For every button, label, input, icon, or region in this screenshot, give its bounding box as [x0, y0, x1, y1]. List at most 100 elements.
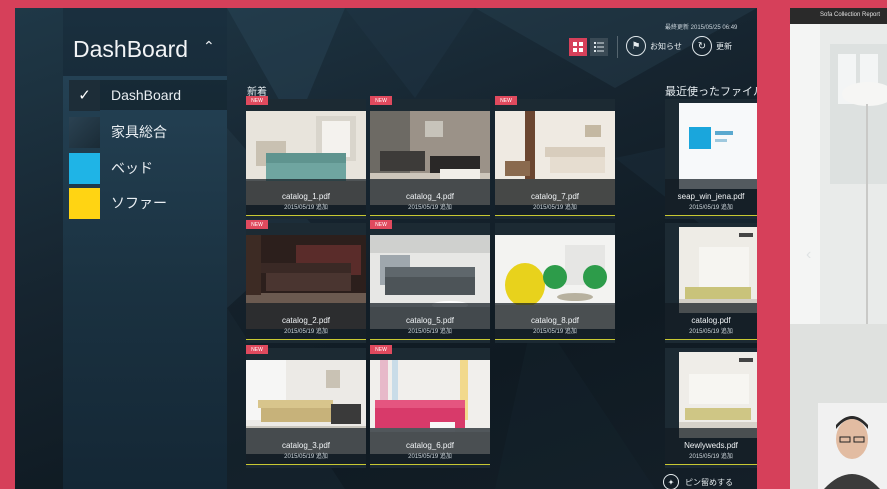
category-swatch: [69, 116, 100, 148]
catalog-card[interactable]: catalog_5.pdf 2015/05/19 追加: [370, 223, 490, 343]
file-name: catalog_3.pdf: [281, 441, 331, 450]
card-caption: seap_win_jena.pdf 2015/05/19 追加: [665, 179, 757, 216]
sidebar-item-label: 家具総合: [111, 124, 167, 140]
new-badge: NEW: [370, 220, 392, 229]
catalog-card[interactable]: catalog_2.pdf 2015/05/19 追加: [246, 223, 366, 343]
viewer-title: Sofa Collection Report: [820, 12, 881, 18]
file-date: 2015/05/19 追加: [408, 329, 452, 335]
card-underline: [665, 463, 757, 465]
card-caption: catalog_7.pdf 2015/05/19 追加: [495, 179, 615, 216]
file-date: 2015/05/19 追加: [284, 329, 328, 335]
dashboard-app-window: DashBoard ⌃ ✓ DashBoard 家具総合 ベッド ソファー 最終…: [15, 8, 757, 489]
sidebar-item-label: DashBoard: [111, 87, 182, 103]
file-name: Newlyweds.pdf: [684, 441, 738, 450]
sidebar-item-sofa[interactable]: ソファー: [69, 187, 167, 219]
file-name: catalog_5.pdf: [405, 316, 455, 325]
file-date: 2015/05/19 追加: [408, 205, 452, 211]
file-date: 2015/05/19 追加: [284, 205, 328, 211]
sidebar-item-furniture[interactable]: 家具総合: [69, 116, 167, 148]
card-caption: catalog_6.pdf 2015/05/19 追加: [370, 428, 490, 465]
card-caption: catalog.pdf 2015/05/19 追加: [665, 303, 757, 340]
pin-label: ピン留めする: [685, 477, 733, 487]
check-icon: ✓: [69, 79, 100, 111]
file-date: 2015/05/19 追加: [284, 454, 328, 460]
card-underline: [370, 214, 490, 216]
pin-icon: ✦: [663, 474, 679, 489]
file-date: 2015/05/19 追加: [408, 454, 452, 460]
file-name: catalog_8.pdf: [530, 316, 580, 325]
notice-button[interactable]: ⚑ お知らせ: [626, 36, 682, 56]
refresh-button[interactable]: ↻ 更新: [692, 36, 732, 56]
tile-view-button[interactable]: [569, 38, 587, 56]
recent-file-card[interactable]: Newlyweds.pdf 2015/05/19 追加: [665, 348, 757, 468]
sidebar-item-label: ベッド: [111, 160, 153, 176]
file-name: catalog_7.pdf: [530, 192, 580, 201]
list-view-button[interactable]: [590, 38, 608, 56]
card-underline: [246, 463, 366, 465]
sidebar-item-bed[interactable]: ベッド: [69, 152, 153, 184]
file-date: 2015/05/19 追加: [689, 329, 733, 335]
card-caption: catalog_3.pdf 2015/05/19 追加: [246, 428, 366, 465]
new-badge: NEW: [246, 345, 268, 354]
card-caption: catalog_2.pdf 2015/05/19 追加: [246, 303, 366, 340]
new-badge: NEW: [370, 345, 392, 354]
app-title: DashBoard: [73, 36, 189, 62]
last-updated-text: 最終更新 2015/05/25 06:49: [665, 25, 738, 31]
refresh-icon: ↻: [692, 36, 712, 56]
card-caption: catalog_1.pdf 2015/05/19 追加: [246, 179, 366, 216]
list-icon: [594, 42, 604, 52]
megaphone-icon: ⚑: [626, 36, 646, 56]
card-underline: [246, 338, 366, 340]
card-underline: [495, 214, 615, 216]
catalog-card[interactable]: catalog_6.pdf 2015/05/19 追加: [370, 348, 490, 468]
new-badge: NEW: [246, 220, 268, 229]
card-caption: catalog_8.pdf 2015/05/19 追加: [495, 303, 615, 340]
recent-file-thumbnail: [679, 103, 757, 189]
sidebar: DashBoard ⌃ ✓ DashBoard 家具総合 ベッド ソファー: [63, 8, 227, 489]
pin-button[interactable]: ✦ ピン留めする: [663, 474, 733, 489]
card-underline: [665, 338, 757, 340]
card-caption: Newlyweds.pdf 2015/05/19 追加: [665, 428, 757, 465]
chevron-up-double-icon[interactable]: ⌃: [203, 38, 215, 55]
catalog-card[interactable]: catalog_3.pdf 2015/05/19 追加: [246, 348, 366, 468]
card-caption: catalog_4.pdf 2015/05/19 追加: [370, 179, 490, 216]
file-name: seap_win_jena.pdf: [677, 192, 745, 201]
sidebar-item-dashboard[interactable]: ✓ DashBoard: [69, 79, 227, 111]
category-swatch: [69, 187, 100, 219]
category-swatch: [69, 152, 100, 184]
recent-file-card[interactable]: seap_win_jena.pdf 2015/05/19 追加: [665, 99, 757, 219]
avatar: [818, 403, 887, 489]
card-caption: catalog_5.pdf 2015/05/19 追加: [370, 303, 490, 340]
recent-file-thumbnail: [679, 352, 757, 438]
catalog-card[interactable]: catalog_1.pdf 2015/05/19 追加: [246, 99, 366, 219]
toolbar-divider: [617, 36, 618, 58]
notice-label: お知らせ: [650, 41, 682, 51]
card-underline: [665, 214, 757, 216]
file-date: 2015/05/19 追加: [533, 329, 577, 335]
file-name: catalog.pdf: [691, 316, 731, 325]
chevron-left-icon[interactable]: ‹: [806, 246, 811, 264]
document-viewer-window: Sofa Collection Report ‹: [790, 8, 887, 489]
refresh-label: 更新: [716, 41, 732, 51]
catalog-card[interactable]: catalog_7.pdf 2015/05/19 追加: [495, 99, 615, 219]
card-underline: [495, 338, 615, 340]
card-underline: [246, 214, 366, 216]
card-underline: [370, 463, 490, 465]
new-badge: NEW: [370, 96, 392, 105]
file-name: catalog_6.pdf: [405, 441, 455, 450]
catalog-card[interactable]: catalog_8.pdf 2015/05/19 追加: [495, 223, 615, 343]
card-underline: [370, 338, 490, 340]
catalog-card[interactable]: catalog_4.pdf 2015/05/19 追加: [370, 99, 490, 219]
file-date: 2015/05/19 追加: [689, 205, 733, 211]
sidebar-item-label: ソファー: [111, 195, 167, 211]
grid-icon: [573, 42, 583, 52]
new-badge: NEW: [495, 96, 517, 105]
file-name: catalog_1.pdf: [281, 192, 331, 201]
recent-file-thumbnail: [679, 227, 757, 313]
file-date: 2015/05/19 追加: [533, 205, 577, 211]
file-date: 2015/05/19 追加: [689, 454, 733, 460]
file-name: catalog_4.pdf: [405, 192, 455, 201]
recent-file-card[interactable]: catalog.pdf 2015/05/19 追加: [665, 223, 757, 343]
file-name: catalog_2.pdf: [281, 316, 331, 325]
section-title-recent: 最近使ったファイル: [665, 86, 757, 98]
